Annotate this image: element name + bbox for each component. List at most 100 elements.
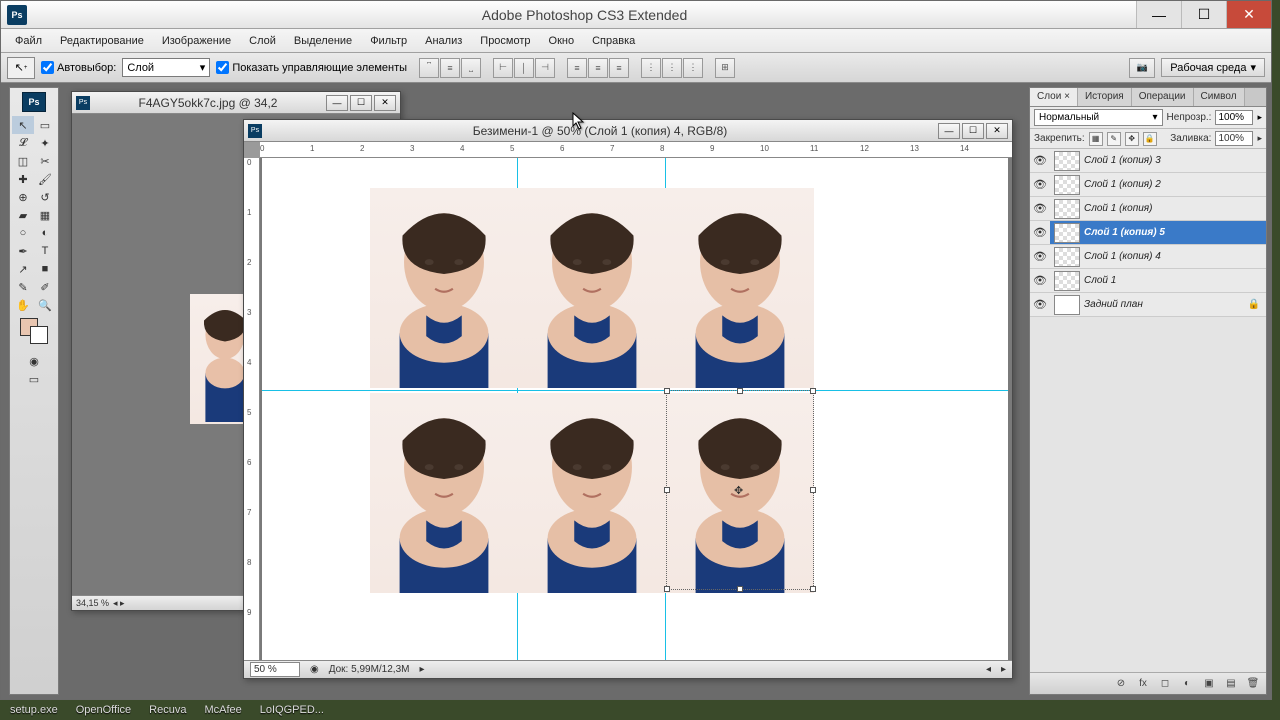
layer-name[interactable]: Слой 1 [1084,275,1116,286]
layer-name[interactable]: Слой 1 (копия) 4 [1084,251,1161,262]
menu-файл[interactable]: Файл [7,32,50,50]
fill-field[interactable]: 100% [1215,131,1253,146]
layer-name[interactable]: Слой 1 (копия) 2 [1084,179,1161,190]
lock-transparency-icon[interactable]: ▦ [1089,132,1103,146]
taskbar-item[interactable]: McAfee [204,704,241,716]
menu-анализ[interactable]: Анализ [417,32,470,50]
proof-icon[interactable]: ◉ [310,664,319,675]
visibility-eye-icon[interactable]: 👁 [1030,154,1050,167]
layer-name[interactable]: Слой 1 (копия) 3 [1084,155,1161,166]
blur-tool[interactable]: ○ [12,224,34,242]
menu-справка[interactable]: Справка [584,32,643,50]
doc1-minimize[interactable]: — [326,95,348,111]
layer-row[interactable]: 👁 Слой 1 (копия) [1030,197,1266,221]
visibility-eye-icon[interactable]: 👁 [1030,274,1050,287]
doc1-titlebar[interactable]: Ps F4AGY5okk7c.jpg @ 34,2 — ☐ ✕ [72,92,400,114]
dist-left-icon[interactable]: ⋮ [641,58,661,78]
visibility-eye-icon[interactable]: 👁 [1030,298,1050,311]
dist-right-icon[interactable]: ⋮ [683,58,703,78]
move-tool[interactable]: ↖ [12,116,34,134]
layer-list[interactable]: 👁 Слой 1 (копия) 3 👁 Слой 1 (копия) 2 👁 Слой … [1030,149,1266,672]
taskbar-item[interactable]: OpenOffice [76,704,131,716]
dist-bottom-icon[interactable]: ≡ [609,58,629,78]
shape-tool[interactable]: ■ [34,260,56,278]
layer-row[interactable]: 👁 Слой 1 [1030,269,1266,293]
document-window-2[interactable]: Ps Безимени-1 @ 50% (Слой 1 (копия) 4, R… [243,119,1013,679]
dist-vcenter-icon[interactable]: ≡ [588,58,608,78]
layer-row[interactable]: 👁 Слой 1 (копия) 3 [1030,149,1266,173]
layer-name[interactable]: Слой 1 (копия) [1084,203,1152,214]
layer-row[interactable]: 👁 Слой 1 (копия) 2 [1030,173,1266,197]
layer-mask-icon[interactable]: ◻ [1156,676,1174,692]
align-right-icon[interactable]: ⊣ [535,58,555,78]
align-top-icon[interactable]: ⎴ [419,58,439,78]
gradient-tool[interactable]: ▦ [34,206,56,224]
vertical-ruler[interactable]: 0123456789 [244,158,260,660]
doc2-maximize[interactable]: ☐ [962,123,984,139]
layer-thumbnail[interactable] [1054,295,1080,315]
panel-tab[interactable]: История [1078,88,1132,106]
scroll-right-icon[interactable]: ▸ [1001,664,1006,675]
slice-tool[interactable]: ✂ [34,152,56,170]
layer-thumbnail[interactable] [1054,175,1080,195]
taskbar-item[interactable]: LoIQGPED... [260,704,324,716]
color-swatches[interactable] [20,318,48,344]
doc1-close[interactable]: ✕ [374,95,396,111]
align-bottom-icon[interactable]: ⎵ [461,58,481,78]
guide-horizontal[interactable] [262,390,1008,391]
panel-tab[interactable]: Слои × [1030,88,1078,106]
move-tool-indicator[interactable]: ↖+ [7,57,35,79]
align-hcenter-icon[interactable]: │ [514,58,534,78]
layer-thumbnail[interactable] [1054,151,1080,171]
type-tool[interactable]: T [34,242,56,260]
visibility-eye-icon[interactable]: 👁 [1030,221,1050,244]
horizontal-ruler[interactable]: 01234567891011121314 [260,142,1012,158]
visibility-eye-icon[interactable]: 👁 [1030,250,1050,263]
taskbar-item[interactable]: setup.exe [10,704,58,716]
align-vcenter-icon[interactable]: ≡ [440,58,460,78]
workspace-menu[interactable]: Рабочая среда▾ [1161,58,1265,77]
transform-box[interactable]: ✥ [666,390,814,590]
autoselect-target-select[interactable]: Слой▾ [122,58,210,77]
delete-layer-icon[interactable]: 🗑 [1244,676,1262,692]
menu-окно[interactable]: Окно [541,32,583,50]
panel-tab[interactable]: Символ [1194,88,1245,106]
notes-tool[interactable]: ✎ [12,278,34,296]
visibility-eye-icon[interactable]: 👁 [1030,202,1050,215]
layer-thumbnail[interactable] [1054,223,1080,243]
pen-tool[interactable]: ✒ [12,242,34,260]
lasso-tool[interactable]: 𝓛 [12,134,34,152]
window-minimize-button[interactable]: — [1136,1,1181,28]
lock-pixels-icon[interactable]: ✎ [1107,132,1121,146]
menu-фильтр[interactable]: Фильтр [362,32,415,50]
doc2-minimize[interactable]: — [938,123,960,139]
menu-слой[interactable]: Слой [241,32,284,50]
background-color[interactable] [30,326,48,344]
layer-style-icon[interactable]: fx [1134,676,1152,692]
scroll-left-icon[interactable]: ◂ [986,664,991,675]
auto-align-icon[interactable]: ⊞ [715,58,735,78]
window-maximize-button[interactable]: ☐ [1181,1,1226,28]
doc2-titlebar[interactable]: Ps Безимени-1 @ 50% (Слой 1 (копия) 4, R… [244,120,1012,142]
visibility-eye-icon[interactable]: 👁 [1030,178,1050,191]
layer-row[interactable]: 👁 Слой 1 (копия) 5 [1030,221,1266,245]
canvas-viewport[interactable]: ✥ [260,158,1012,660]
menu-изображение[interactable]: Изображение [154,32,239,50]
layer-name[interactable]: Слой 1 (копия) 5 [1084,227,1165,238]
group-icon[interactable]: ▣ [1200,676,1218,692]
marquee-tool[interactable]: ▭ [34,116,56,134]
crop-tool[interactable]: ◫ [12,152,34,170]
show-transform-controls-checkbox[interactable]: Показать управляющие элементы [216,61,407,74]
menu-выделение[interactable]: Выделение [286,32,360,50]
dist-hcenter-icon[interactable]: ⋮ [662,58,682,78]
adjustment-layer-icon[interactable]: ◐ [1178,676,1196,692]
doc2-close[interactable]: ✕ [986,123,1008,139]
menu-просмотр[interactable]: Просмотр [472,32,538,50]
layer-row[interactable]: 👁 Слой 1 (копия) 4 [1030,245,1266,269]
eraser-tool[interactable]: ▰ [12,206,34,224]
hand-tool[interactable]: ✋ [12,296,34,314]
dodge-tool[interactable]: ◐ [34,224,56,242]
align-left-icon[interactable]: ⊢ [493,58,513,78]
eyedropper-tool[interactable]: ✐ [34,278,56,296]
healing-tool[interactable]: ✚ [12,170,34,188]
